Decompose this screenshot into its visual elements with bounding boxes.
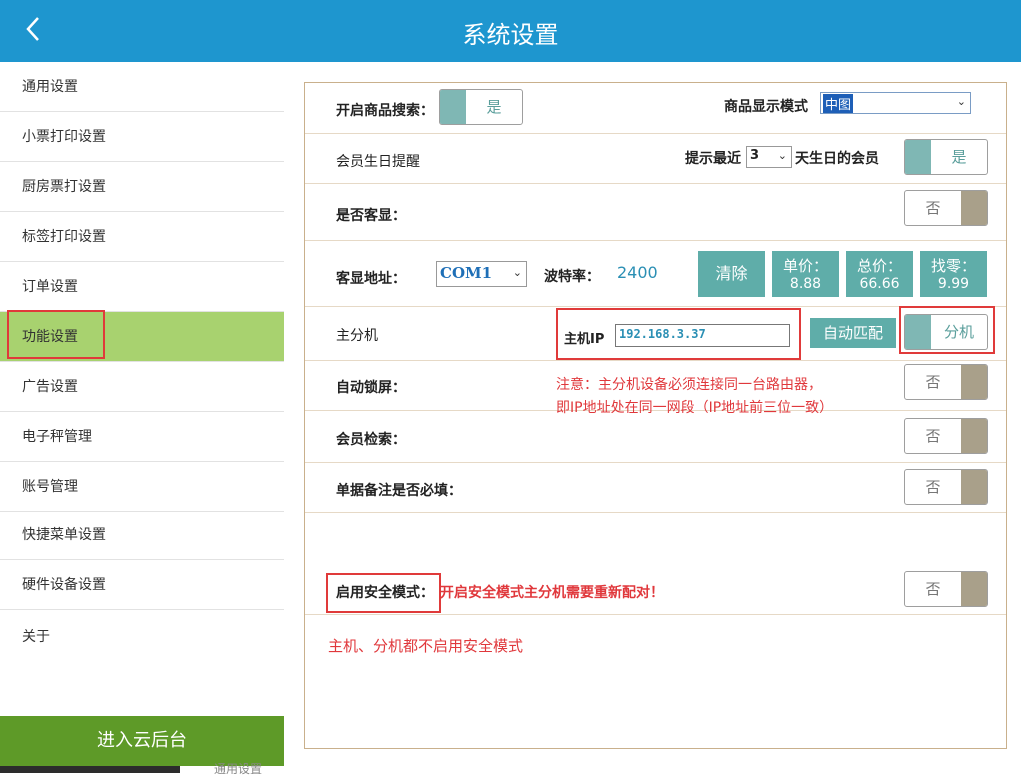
sidebar-item-kitchen-print[interactable]: 厨房票打设置	[0, 162, 284, 212]
unit-price-value: 8.88	[789, 276, 822, 292]
toggle-label: 否	[925, 580, 941, 598]
top-bar: 系统设置	[0, 0, 1021, 62]
sidebar-item-hardware[interactable]: 硬件设备设置	[0, 560, 284, 610]
divider	[305, 360, 1006, 361]
sidebar-item-account[interactable]: 账号管理	[0, 462, 284, 512]
taskbar-fragment	[0, 766, 180, 773]
change-button[interactable]: 找零： 9.99	[920, 251, 987, 297]
safe-mode-warning: 开启安全模式主分机需要重新配对！	[440, 585, 664, 601]
toggle-knob	[905, 140, 931, 174]
unit-price-button[interactable]: 单价： 8.88	[772, 251, 839, 297]
sidebar: 通用设置 小票打印设置 厨房票打设置 标签打印设置 订单设置 功能设置 广告设置…	[0, 62, 285, 773]
sidebar-item-general[interactable]: 通用设置	[0, 62, 284, 112]
toggle-knob	[961, 572, 987, 606]
change-label: 找零：	[930, 257, 976, 275]
baud-rate-label: 波特率：	[544, 269, 600, 285]
sidebar-item-about[interactable]: 关于	[0, 612, 284, 662]
host-ip-label: 主机IP	[564, 332, 605, 347]
divider	[305, 614, 1006, 615]
toggle-label: 否	[925, 373, 941, 391]
sidebar-item-shortcut-menu[interactable]: 快捷菜单设置	[0, 510, 284, 560]
master-slave-toggle[interactable]: 分机	[904, 314, 988, 350]
toggle-label: 否	[925, 199, 941, 217]
birthday-days-select[interactable]: 3 ⌄	[746, 146, 792, 168]
display-address-label: 客显地址：	[336, 271, 406, 287]
highlight-box-features	[7, 310, 105, 359]
sidebar-item-label-print[interactable]: 标签打印设置	[0, 212, 284, 262]
birthday-suffix: 天生日的会员	[795, 151, 879, 167]
display-mode-label: 商品显示模式	[724, 99, 808, 115]
divider	[305, 462, 1006, 463]
total-price-value: 66.66	[859, 276, 900, 292]
note-line-1: 注意：主分机设备必须连接同一台路由器，	[556, 377, 822, 393]
toggle-knob	[961, 470, 987, 504]
chevron-down-icon: ⌄	[777, 149, 787, 162]
divider	[305, 183, 1006, 184]
baud-rate-value: 2400	[617, 263, 658, 282]
toggle-knob	[440, 90, 466, 124]
remark-required-label: 单据备注是否必填：	[336, 483, 462, 499]
chevron-down-icon: ⌄	[956, 95, 966, 108]
chevron-down-icon: ⌄	[512, 266, 522, 279]
host-ip-input[interactable]: 192.168.3.37	[615, 324, 790, 347]
birthday-days-value: 3	[750, 148, 760, 163]
auto-lock-toggle[interactable]: 否	[904, 364, 988, 400]
toggle-knob	[961, 365, 987, 399]
divider	[305, 133, 1006, 134]
toggle-knob	[961, 191, 987, 225]
total-price-button[interactable]: 总价： 66.66	[846, 251, 913, 297]
sidebar-item-scale[interactable]: 电子秤管理	[0, 412, 284, 462]
toggle-label: 是	[951, 148, 967, 166]
divider	[305, 512, 1006, 513]
bottom-strip: 通用设置	[0, 762, 1021, 776]
clear-button[interactable]: 清除	[698, 251, 765, 297]
unit-price-label: 单价：	[782, 257, 828, 275]
safe-mode-toggle[interactable]: 否	[904, 571, 988, 607]
member-search-toggle[interactable]: 否	[904, 418, 988, 454]
change-value: 9.99	[937, 276, 970, 292]
page-title: 系统设置	[462, 21, 559, 49]
display-mode-value: 中图	[823, 94, 854, 113]
host-ip-value: 192.168.3.37	[619, 327, 706, 341]
note-line-2: 即IP地址处在同一网段（IP地址前三位一致）	[556, 400, 834, 416]
birthday-reminder-label: 会员生日提醒	[336, 154, 420, 170]
toggle-knob	[905, 315, 931, 349]
customer-display-toggle[interactable]: 否	[904, 190, 988, 226]
product-search-toggle[interactable]: 是	[439, 89, 523, 125]
safe-mode-note: 主机、分机都不启用安全模式	[328, 637, 524, 655]
divider	[305, 240, 1006, 241]
toggle-knob	[961, 419, 987, 453]
auto-lock-label: 自动锁屏：	[336, 380, 406, 396]
sidebar-item-receipt-print[interactable]: 小票打印设置	[0, 112, 284, 162]
enter-cloud-backend-button[interactable]: 进入云后台	[0, 716, 284, 766]
display-mode-select[interactable]: 中图 ⌄	[820, 92, 971, 114]
customer-display-label: 是否客显：	[336, 208, 406, 224]
partial-text: 通用设置	[214, 762, 263, 776]
toggle-label: 是	[486, 98, 502, 116]
com-port-select[interactable]: COM1 ⌄	[436, 261, 527, 287]
product-search-label: 开启商品搜索：	[336, 103, 434, 119]
com-port-value: COM1	[440, 264, 493, 282]
sidebar-item-ads[interactable]: 广告设置	[0, 362, 284, 412]
safe-mode-label: 启用安全模式：	[336, 585, 434, 601]
toggle-label: 分机	[943, 323, 974, 341]
birthday-reminder-toggle[interactable]: 是	[904, 139, 988, 175]
master-slave-label: 主分机	[336, 328, 378, 344]
sidebar-item-orders[interactable]: 订单设置	[0, 262, 284, 312]
birthday-prefix: 提示最近	[685, 151, 741, 167]
toggle-label: 否	[925, 427, 941, 445]
toggle-label: 否	[925, 478, 941, 496]
auto-match-button[interactable]: 自动匹配	[810, 318, 896, 348]
remark-required-toggle[interactable]: 否	[904, 469, 988, 505]
total-price-label: 总价：	[856, 257, 902, 275]
member-search-label: 会员检索：	[336, 432, 406, 448]
